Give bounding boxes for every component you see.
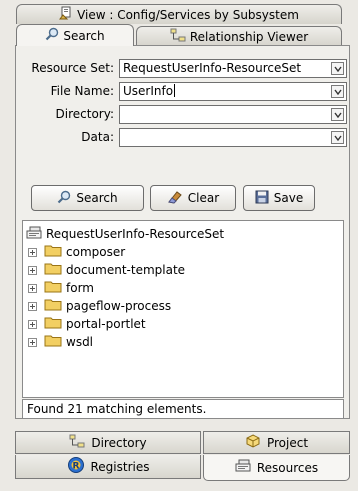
status-bar: Found 21 matching elements.	[22, 399, 344, 419]
expand-icon[interactable]	[28, 319, 37, 329]
tab-search[interactable]: Search	[16, 24, 134, 46]
tab-relationship-viewer[interactable]: Relationship Viewer	[136, 26, 342, 46]
project-icon	[245, 434, 261, 451]
resource-set-label: Resource Set:	[31, 61, 114, 75]
search-button[interactable]: Search	[31, 185, 144, 211]
view-tab[interactable]: View : Config/Services by Subsystem	[16, 4, 342, 24]
tab-search-label: Search	[63, 28, 105, 43]
file-name-label: File Name:	[50, 84, 114, 98]
save-button[interactable]: Save	[243, 185, 315, 211]
tab-project-label: Project	[266, 435, 309, 450]
tree-item-document-template[interactable]: document-template	[28, 261, 185, 279]
resource-set-icon	[26, 226, 42, 243]
file-name-value: UserInfo	[123, 84, 174, 98]
registries-icon: R	[67, 456, 85, 477]
tree-item-pageflow-process[interactable]: pageflow-process	[28, 297, 171, 315]
tree-root-label: RequestUserInfo-ResourceSet	[46, 227, 225, 241]
tree-root[interactable]: RequestUserInfo-ResourceSet	[26, 225, 224, 243]
search-icon	[45, 27, 59, 44]
resources-icon	[235, 459, 251, 476]
expand-icon[interactable]	[28, 301, 37, 311]
tab-directory[interactable]: Directory	[15, 431, 201, 454]
folder-icon	[44, 334, 62, 350]
directory-icon	[69, 434, 85, 451]
tree-item-label: document-template	[66, 263, 186, 277]
folder-icon	[44, 244, 62, 260]
tree-item-wsdl[interactable]: wsdl	[28, 333, 93, 351]
floppy-disk-icon	[255, 190, 269, 207]
tree-item-form[interactable]: form	[28, 279, 94, 297]
resource-set-value: RequestUserInfo-ResourceSet	[123, 61, 302, 75]
chevron-down-icon[interactable]	[331, 131, 344, 144]
tree-item-label: form	[66, 281, 94, 295]
tab-resources-label: Resources	[256, 460, 319, 475]
data-combo[interactable]	[119, 128, 347, 147]
clear-button-label: Clear	[187, 191, 220, 205]
tab-relationship-viewer-label: Relationship Viewer	[189, 29, 309, 44]
view-icon	[59, 6, 73, 23]
search-button-label: Search	[76, 191, 118, 205]
expand-icon[interactable]	[28, 247, 37, 257]
tree-item-label: composer	[66, 245, 126, 259]
file-name-combo[interactable]: UserInfo	[119, 82, 347, 101]
tab-registries-label: Registries	[90, 459, 150, 474]
save-button-label: Save	[273, 191, 304, 205]
clear-button[interactable]: Clear	[150, 185, 236, 211]
svg-text:R: R	[72, 462, 79, 472]
tab-registries[interactable]: R Registries	[15, 455, 201, 479]
tree-item-label: wsdl	[66, 335, 94, 349]
expand-icon[interactable]	[28, 265, 37, 275]
tree-item-composer[interactable]: composer	[28, 243, 125, 261]
view-tab-label: View : Config/Services by Subsystem	[77, 7, 299, 22]
search-icon	[57, 190, 71, 207]
eraser-icon	[167, 190, 183, 207]
tab-directory-label: Directory	[91, 435, 147, 450]
tree-item-label: portal-portlet	[66, 317, 146, 331]
folder-icon	[44, 298, 62, 314]
resource-set-combo[interactable]: RequestUserInfo-ResourceSet	[119, 59, 347, 78]
resource-tree[interactable]: RequestUserInfo-ResourceSet composer doc…	[22, 220, 344, 398]
folder-icon	[44, 262, 62, 278]
chevron-down-icon[interactable]	[331, 85, 344, 98]
tree-item-label: pageflow-process	[66, 299, 172, 313]
directory-label: Directory:	[55, 107, 114, 121]
tree-item-portal-portlet[interactable]: portal-portlet	[28, 315, 146, 333]
directory-combo[interactable]	[119, 105, 347, 124]
folder-icon	[44, 280, 62, 296]
chevron-down-icon[interactable]	[331, 108, 344, 121]
chevron-down-icon[interactable]	[331, 62, 344, 75]
data-label: Data:	[81, 130, 114, 144]
tab-resources[interactable]: Resources	[203, 455, 350, 481]
expand-icon[interactable]	[28, 283, 37, 293]
text-caret	[174, 84, 176, 97]
expand-icon[interactable]	[28, 337, 37, 347]
tab-project[interactable]: Project	[203, 431, 350, 454]
folder-icon	[44, 316, 62, 332]
relationship-icon	[170, 28, 186, 45]
